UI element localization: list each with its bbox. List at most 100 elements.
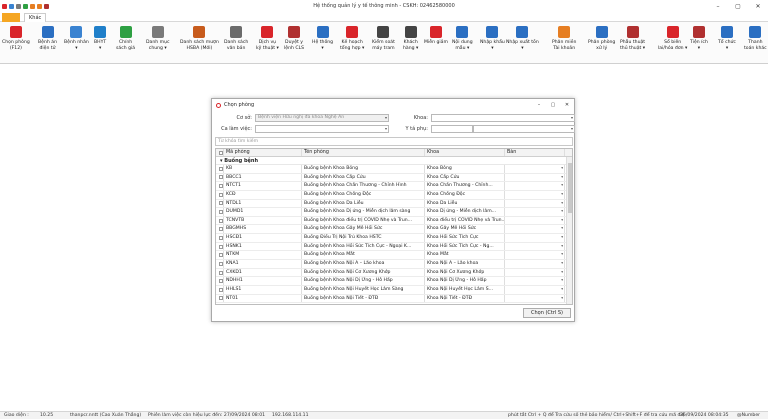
cell-table-select[interactable]: ▾ bbox=[505, 182, 565, 190]
cell-table-select[interactable]: ▾ bbox=[505, 285, 565, 294]
ribbon-button-1[interactable]: Bệnh án điện tử bbox=[38, 22, 57, 64]
table-row[interactable]: HHLS1 Buồng bệnh Khoa Nội Huyết Học Lâm S… bbox=[216, 285, 572, 295]
ribbon-button-5[interactable]: Danh mục chung ▾ bbox=[146, 22, 170, 64]
row-checkbox[interactable] bbox=[216, 242, 224, 251]
row-checkbox[interactable] bbox=[216, 165, 224, 173]
vertical-scrollbar[interactable] bbox=[566, 157, 572, 304]
table-row[interactable]: HSCĐ1 Buồng Điều Trị Nội Trú Khoa HSTC Kho… bbox=[216, 234, 572, 243]
cell-table-select[interactable]: ▾ bbox=[505, 277, 565, 285]
nurse-select[interactable]: ▾ bbox=[473, 125, 575, 133]
column-code[interactable]: Mã phòng bbox=[224, 149, 302, 156]
shift-select[interactable]: ▾ bbox=[255, 125, 389, 133]
ribbon-button-17[interactable]: Nhập xuất tồn ▾ bbox=[506, 22, 539, 64]
cell-table-select[interactable]: ▾ bbox=[505, 173, 565, 182]
table-row[interactable]: NTCT1 Buồng bệnh Khoa Chấn Thương - Chỉnh… bbox=[216, 182, 572, 191]
cell-department: Khoa Nội Cơ Xương Khớp bbox=[425, 268, 505, 277]
ribbon-button-22[interactable]: Tiện ích ▾ bbox=[690, 22, 708, 64]
table-row[interactable]: DUMD1 Buồng bệnh Khoa Dị ứng - Miễn dịch … bbox=[216, 208, 572, 217]
cell-table-select[interactable]: ▾ bbox=[505, 234, 565, 242]
file-menu-tab[interactable] bbox=[2, 13, 20, 22]
table-row[interactable]: KCĐ Buồng bệnh Khoa Chống Độc Khoa Chống Đ… bbox=[216, 190, 572, 200]
row-checkbox[interactable] bbox=[216, 285, 224, 294]
row-checkbox[interactable] bbox=[216, 216, 224, 225]
table-row[interactable]: KNA1 Buồng bệnh Khoa Nội A – Lão khoa Khoa… bbox=[216, 260, 572, 269]
row-checkbox[interactable] bbox=[216, 260, 224, 268]
select-button[interactable]: Chọn (Ctrl S) bbox=[523, 308, 571, 318]
dialog-minimize-icon[interactable]: – bbox=[532, 99, 546, 111]
ribbon-button-label: BHYT ▾ bbox=[94, 40, 107, 51]
cell-table-select[interactable]: ▾ bbox=[505, 268, 565, 277]
row-checkbox[interactable] bbox=[216, 182, 224, 190]
cell-table-select[interactable]: ▾ bbox=[505, 294, 565, 303]
ribbon-button-14[interactable]: Miễn giảm bbox=[424, 22, 448, 64]
ribbon-button-10[interactable]: Hệ thống ▾ bbox=[312, 22, 333, 64]
tab-other[interactable]: Khác bbox=[24, 13, 47, 22]
cell-table-select[interactable]: ▾ bbox=[505, 165, 565, 173]
dialog-maximize-icon[interactable]: ▢ bbox=[546, 99, 560, 111]
table-row[interactable]: TCNVTB Buồng bệnh Khoa điều trị COVID Nhẹ… bbox=[216, 216, 572, 226]
table-row[interactable]: NDHH1 Buồng bệnh Khoa Nội Dị Ứng - Hô Hấp… bbox=[216, 277, 572, 286]
row-checkbox[interactable] bbox=[216, 199, 224, 208]
ribbon-button-24[interactable]: Thanh toán khác bbox=[744, 22, 767, 64]
ribbon-button-20[interactable]: Phẫu thuật thủ thuật ▾ bbox=[620, 22, 645, 64]
row-checkbox[interactable] bbox=[216, 225, 224, 234]
table-row[interactable]: HSNK1 Buồng bệnh Khoa Hồi Sức Tích Cực - … bbox=[216, 242, 572, 252]
cell-table-select[interactable]: ▾ bbox=[505, 199, 565, 208]
table-row[interactable]: BBGMHS Buồng bệnh Khoa Gây Mê Hồi Sức Khoa… bbox=[216, 225, 572, 235]
row-checkbox[interactable] bbox=[216, 190, 224, 199]
cell-table-select[interactable]: ▾ bbox=[505, 190, 565, 199]
ribbon-button-21[interactable]: Sổ biên lai/hóa đơn ▾ bbox=[658, 22, 687, 64]
row-checkbox[interactable] bbox=[216, 208, 224, 216]
ribbon-button-9[interactable]: Duyệt y lệnh CLS bbox=[284, 22, 304, 64]
minimize-icon[interactable]: – bbox=[708, 0, 728, 12]
table-row[interactable]: NTKM Buồng bệnh Khoa Mắt Khoa Mắt ▾ bbox=[216, 251, 572, 261]
ribbon-button-19[interactable]: Phân phòng xử lý bbox=[588, 22, 615, 64]
dialog-close-icon[interactable]: ✕ bbox=[560, 99, 574, 111]
facility-select[interactable]: Bệnh viện Hữu nghị đa khoa Nghệ An ▾ bbox=[255, 114, 389, 122]
ribbon-button-23[interactable]: Tổ chức ▾ bbox=[718, 22, 736, 64]
row-checkbox[interactable] bbox=[216, 268, 224, 277]
header-select-all[interactable] bbox=[216, 149, 224, 156]
table-row[interactable]: KB Buồng bệnh Khoa Bỏng Khoa Bỏng ▾ bbox=[216, 165, 572, 174]
table-row[interactable]: NT01 Buồng bệnh Khoa Nội Tiết - ĐTĐ Khoa N… bbox=[216, 294, 572, 304]
search-input[interactable]: Từ khóa tìm kiếm bbox=[215, 137, 573, 146]
ribbon-button-4[interactable]: Chính sách giá bbox=[116, 22, 135, 64]
column-department[interactable]: Khoa bbox=[425, 149, 505, 156]
cell-table-select[interactable]: ▾ bbox=[505, 251, 565, 260]
ribbon-button-16[interactable]: Nhập khẩu ▾ bbox=[480, 22, 505, 64]
row-checkbox[interactable] bbox=[216, 294, 224, 303]
ribbon-button-6[interactable]: Danh sách mượn HSBA (Mới) bbox=[180, 22, 219, 64]
row-checkbox[interactable] bbox=[216, 234, 224, 242]
nurse-code-input[interactable] bbox=[431, 125, 473, 133]
cell-table-select[interactable]: ▾ bbox=[505, 260, 565, 268]
scroll-thumb[interactable] bbox=[568, 163, 572, 213]
ribbon-button-11[interactable]: Kế hoạch tổng hợp ▾ bbox=[340, 22, 364, 64]
cell-table-select[interactable]: ▾ bbox=[505, 225, 565, 234]
cell-table-select[interactable]: ▾ bbox=[505, 208, 565, 216]
group-row[interactable]: ▾ Buồng bệnh bbox=[216, 157, 572, 165]
department-select[interactable]: ▾ bbox=[431, 114, 575, 122]
table-row[interactable]: BBCC1 Buồng bệnh Khoa Cấp Cứu Khoa Cấp Cứu… bbox=[216, 173, 572, 183]
table-row[interactable]: NTDL1 Buồng bệnh Khoa Da Liễu Khoa Da Liễu… bbox=[216, 199, 572, 209]
ribbon-button-7[interactable]: Danh sách văn bản bbox=[224, 22, 248, 64]
ribbon-button-15[interactable]: Nội dung mẫu ▾ bbox=[452, 22, 473, 64]
column-table[interactable]: Bàn bbox=[505, 149, 565, 156]
row-checkbox[interactable] bbox=[216, 277, 224, 285]
facility-row: Cơ sở: Bệnh viện Hữu nghị đa khoa Nghệ A… bbox=[212, 114, 389, 122]
cell-table-select[interactable]: ▾ bbox=[505, 216, 565, 225]
row-checkbox[interactable] bbox=[216, 251, 224, 260]
maximize-icon[interactable]: ▢ bbox=[728, 0, 748, 12]
pen-icon bbox=[288, 26, 301, 38]
ribbon-button-2[interactable]: Bệnh nhân ▾ bbox=[64, 22, 89, 64]
ribbon-button-0[interactable]: Chọn phòng (F12) bbox=[2, 22, 30, 64]
cell-table-select[interactable]: ▾ bbox=[505, 242, 565, 251]
row-checkbox[interactable] bbox=[216, 173, 224, 182]
column-name[interactable]: Tên phòng bbox=[302, 149, 425, 156]
ribbon-button-13[interactable]: Khách hàng ▾ bbox=[403, 22, 418, 64]
ribbon-button-12[interactable]: Kiểm soát máy tram bbox=[372, 22, 395, 64]
ribbon-button-3[interactable]: BHYT ▾ bbox=[94, 22, 106, 64]
close-icon[interactable]: ✕ bbox=[748, 0, 768, 12]
ribbon-button-18[interactable]: Phân miền Tài khoản bbox=[552, 22, 576, 64]
table-row[interactable]: CXKD1 Buồng bệnh Khoa Nội Cơ Xương Khớp Kh… bbox=[216, 268, 572, 278]
ribbon-button-8[interactable]: Dịch vụ kỹ thuật ▾ bbox=[256, 22, 279, 64]
